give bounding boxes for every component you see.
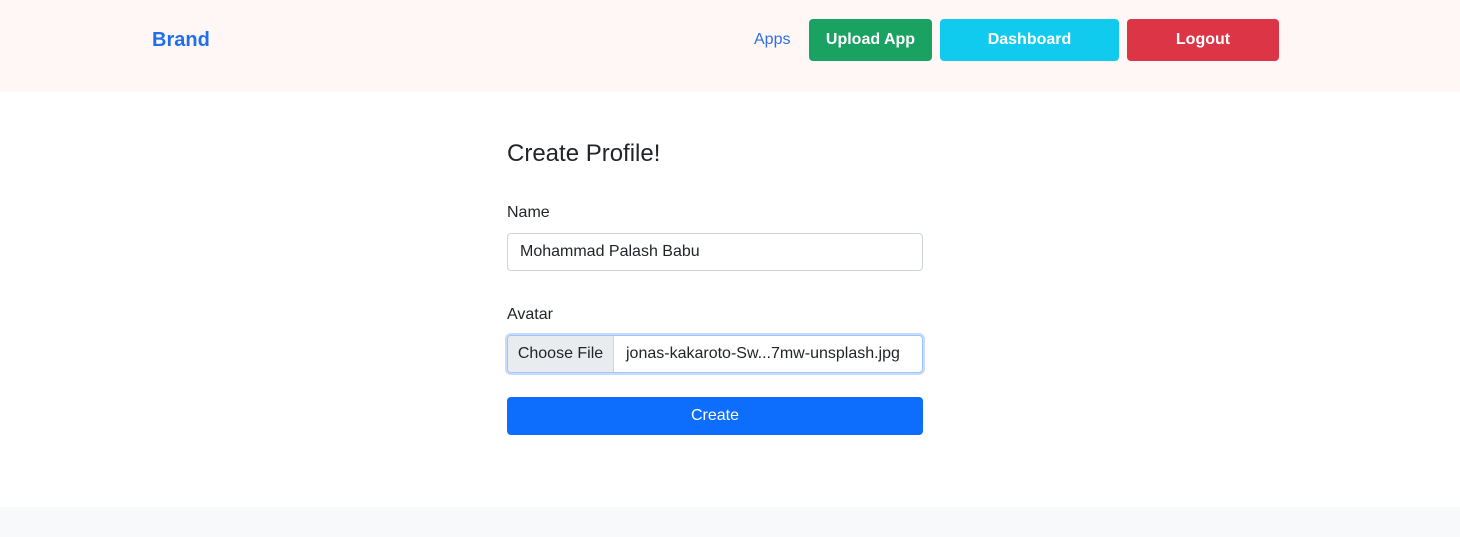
name-label: Name <box>507 204 550 221</box>
selected-file-name: jonas-kakaroto-Sw...7mw-unsplash.jpg <box>626 345 900 362</box>
upload-app-button[interactable]: Upload App <box>809 19 932 61</box>
create-button[interactable]: Create <box>507 397 923 435</box>
footer <box>0 507 1460 537</box>
file-input-box: Choose File jonas-kakaroto-Sw...7mw-unsp… <box>507 335 923 373</box>
top-navbar: Brand Apps Upload App Dashboard Logout <box>0 0 1460 92</box>
name-input[interactable] <box>507 233 923 271</box>
main-content: Create Profile! Name Avatar Choose File … <box>0 92 1460 507</box>
logout-button[interactable]: Logout <box>1127 19 1279 61</box>
brand-logo-link[interactable]: Brand <box>152 29 210 52</box>
nav-link-apps[interactable]: Apps <box>754 31 790 49</box>
avatar-file-input[interactable]: Choose File jonas-kakaroto-Sw...7mw-unsp… <box>505 333 925 375</box>
choose-file-button[interactable]: Choose File <box>508 336 614 372</box>
dashboard-button[interactable]: Dashboard <box>940 19 1119 61</box>
avatar-label: Avatar <box>507 306 553 323</box>
page-title: Create Profile! <box>507 140 661 167</box>
